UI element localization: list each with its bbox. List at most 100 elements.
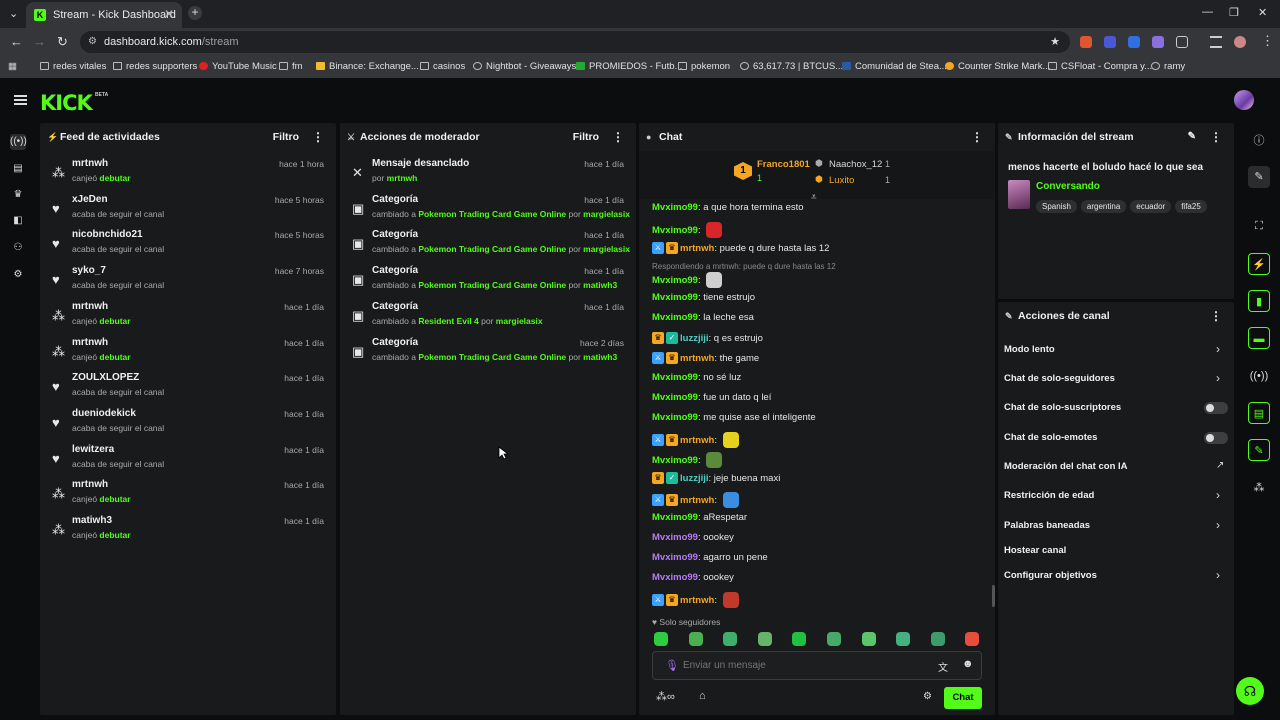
store-icon[interactable]: ⌂ — [699, 690, 706, 702]
activity-item[interactable]: ♥ ZOULXLOPEZ acaba de seguir el canal ha… — [40, 369, 336, 405]
rewards-icon[interactable]: ⁂ — [1248, 477, 1270, 499]
trophy-icon[interactable]: ♛ — [10, 187, 26, 203]
tag[interactable]: fifa25 — [1175, 200, 1207, 213]
quick-emote[interactable] — [965, 632, 980, 646]
mod-action-item[interactable]: ▣ Categoría cambiado a Pokemon Trading C… — [340, 226, 636, 262]
moderation-icon[interactable]: ◧ — [10, 213, 26, 229]
bookmark[interactable]: Nightbot - Giveaways — [473, 61, 576, 72]
mod-action-item[interactable]: ▣ Categoría cambiado a Pokemon Trading C… — [340, 262, 636, 298]
activity-item[interactable]: ⁂ mrtnwh canjeó debutar hace 1 hora — [40, 155, 336, 191]
chat-username[interactable]: Mvximo99 — [652, 275, 698, 286]
chat-username[interactable]: Mvximo99 — [652, 202, 698, 213]
activity-item[interactable]: ⁂ mrtnwh canjeó debutar hace 1 día — [40, 298, 336, 334]
chat-message[interactable]: Mvximo99: la leche esa — [652, 312, 754, 323]
quick-emote[interactable] — [723, 632, 738, 646]
chat-message[interactable]: ♛ ✓ luzzjiji: jeje buena maxi — [652, 472, 780, 484]
chat-message[interactable]: Mvximo99: me quise ase el inteligente — [652, 412, 816, 423]
activity-item[interactable]: ♥ xJeDen acaba de seguir el canal hace 5… — [40, 191, 336, 227]
category-link[interactable]: Conversando — [1036, 181, 1100, 192]
chat-username[interactable]: Mvximo99 — [652, 392, 698, 403]
chevron-right-icon[interactable]: › — [1216, 568, 1220, 582]
bookmark[interactable]: Binance: Exchange... — [316, 61, 419, 72]
points-infinity-icon[interactable]: ⁂∞ — [656, 690, 675, 703]
chat-message[interactable]: Mvximo99: oookey — [652, 572, 734, 583]
tag[interactable]: ecuador — [1130, 200, 1172, 213]
activity-username[interactable]: mrtnwh — [72, 301, 108, 312]
channel-action-label[interactable]: Chat de solo-emotes — [1004, 432, 1097, 443]
chat-message[interactable]: Mvximo99: a que hora termina esto — [652, 202, 804, 213]
activity-item[interactable]: ♥ syko_7 acaba de seguir el canal hace 7… — [40, 262, 336, 298]
back-icon[interactable]: ← — [10, 34, 23, 49]
bookmark[interactable]: redes vitales — [40, 61, 106, 72]
chat-username[interactable]: Mvximo99 — [652, 552, 698, 563]
chat-message[interactable]: ⚔ ♛ mrtnwh: puede q dure hasta las 12 — [652, 242, 829, 254]
new-tab-button[interactable]: + — [188, 6, 202, 20]
close-tab-icon[interactable]: ✕ — [164, 7, 174, 21]
activity-username[interactable]: lewitzera — [72, 444, 114, 455]
chat-username[interactable]: mrtnwh — [680, 495, 714, 506]
bookmark[interactable]: casinos — [420, 61, 465, 72]
chat-username[interactable]: mrtnwh — [680, 353, 714, 364]
channel-action-label[interactable]: Configurar objetivos — [1004, 570, 1097, 581]
chat-message[interactable]: Mvximo99: fue un dato q leí — [652, 392, 771, 403]
channel-action-label[interactable]: Palabras baneadas — [1004, 520, 1090, 531]
channel-action-label[interactable]: Hostear canal — [1004, 545, 1066, 556]
chat-username[interactable]: Mvximo99 — [652, 372, 698, 383]
send-chat-button[interactable]: Chat — [944, 687, 982, 709]
activity-item[interactable]: ♥ nicobnchido21 acaba de seguir el canal… — [40, 226, 336, 262]
leader-name[interactable]: Naachox_12 — [829, 159, 882, 170]
filter-button[interactable]: Filtro — [273, 123, 299, 151]
chat-toggle-icon[interactable]: ▬ — [1248, 327, 1270, 349]
activity-username[interactable]: nicobnchido21 — [72, 229, 143, 240]
chevron-right-icon[interactable]: › — [1216, 371, 1220, 385]
chat-message[interactable]: Mvximo99: — [652, 452, 723, 468]
bookmark-star-icon[interactable]: ★ — [1050, 31, 1060, 53]
chat-message[interactable]: Mvximo99: aRespetar — [652, 512, 747, 523]
quick-emote[interactable] — [792, 632, 807, 646]
bookmark[interactable]: CSFloat - Compra y... — [1048, 61, 1152, 72]
bookmark[interactable]: pokemon — [678, 61, 730, 72]
activity-username[interactable]: syko_7 — [72, 265, 106, 276]
external-link-icon[interactable]: ↗ — [1216, 460, 1224, 471]
chat-username[interactable]: luzzjiji — [680, 333, 709, 344]
activity-username[interactable]: mrtnwh — [72, 479, 108, 490]
bookmark[interactable]: Comunidad de Stea... — [842, 61, 947, 72]
quick-emote[interactable] — [896, 632, 911, 646]
channel-action-label[interactable]: Modo lento — [1004, 344, 1055, 355]
chevron-right-icon[interactable]: › — [1216, 488, 1220, 502]
activity-username[interactable]: ZOULXLOPEZ — [72, 372, 139, 383]
close-window-icon[interactable]: ✕ — [1258, 6, 1267, 19]
kick-logo[interactable]: KICK — [40, 91, 93, 115]
quick-emote[interactable] — [757, 632, 772, 646]
stream-info-toggle-icon[interactable]: ▤ — [1248, 402, 1270, 424]
edit-icon[interactable]: ✎ — [1188, 123, 1196, 151]
bookmark[interactable]: YouTube Music — [199, 61, 277, 72]
analytics-icon[interactable]: ▤ — [10, 161, 26, 177]
more-icon[interactable]: ⋮ — [312, 123, 324, 151]
mod-action-item[interactable]: ✕ Mensaje desanclado por mrtnwh hace 1 d… — [340, 155, 636, 191]
maximize-icon[interactable]: ❐ — [1229, 6, 1239, 19]
activity-item[interactable]: ⁂ matiwh3 canjeó debutar hace 1 día — [40, 512, 336, 548]
avatar[interactable] — [1234, 90, 1254, 110]
bookmark[interactable]: ramy — [1151, 61, 1185, 72]
extension-icon[interactable] — [1152, 36, 1164, 48]
more-icon[interactable]: ⋮ — [612, 123, 624, 151]
community-icon[interactable]: ⚇ — [10, 240, 26, 256]
activity-toggle-icon[interactable]: ⚡ — [1248, 253, 1270, 275]
bookmark[interactable]: Counter Strike Mark... — [945, 61, 1050, 72]
tab-search-icon[interactable]: ⌄ — [9, 7, 18, 20]
activity-item[interactable]: ♥ dueniodekick acaba de seguir el canal … — [40, 405, 336, 441]
microphone-icon[interactable]: 🎙 — [665, 659, 679, 672]
chat-message[interactable]: ⚔ ♛ mrtnwh: — [652, 492, 739, 508]
broadcast-icon[interactable]: ((•)) — [1248, 365, 1270, 387]
more-icon[interactable]: ⋮ — [1210, 123, 1222, 151]
bookmark[interactable]: fm — [279, 61, 303, 72]
reading-list-icon[interactable] — [1210, 36, 1222, 48]
expand-icon[interactable]: ⩡ — [811, 192, 817, 203]
browser-tab[interactable]: K Stream - Kick Dashboard ✕ — [26, 2, 182, 28]
chat-username[interactable]: Mvximo99 — [652, 412, 698, 423]
chat-message[interactable]: Mvximo99: — [652, 272, 723, 288]
chat-input[interactable] — [683, 655, 923, 676]
channel-actions-toggle-icon[interactable]: ✎ — [1248, 439, 1270, 461]
tag[interactable]: argentina — [1080, 200, 1127, 213]
